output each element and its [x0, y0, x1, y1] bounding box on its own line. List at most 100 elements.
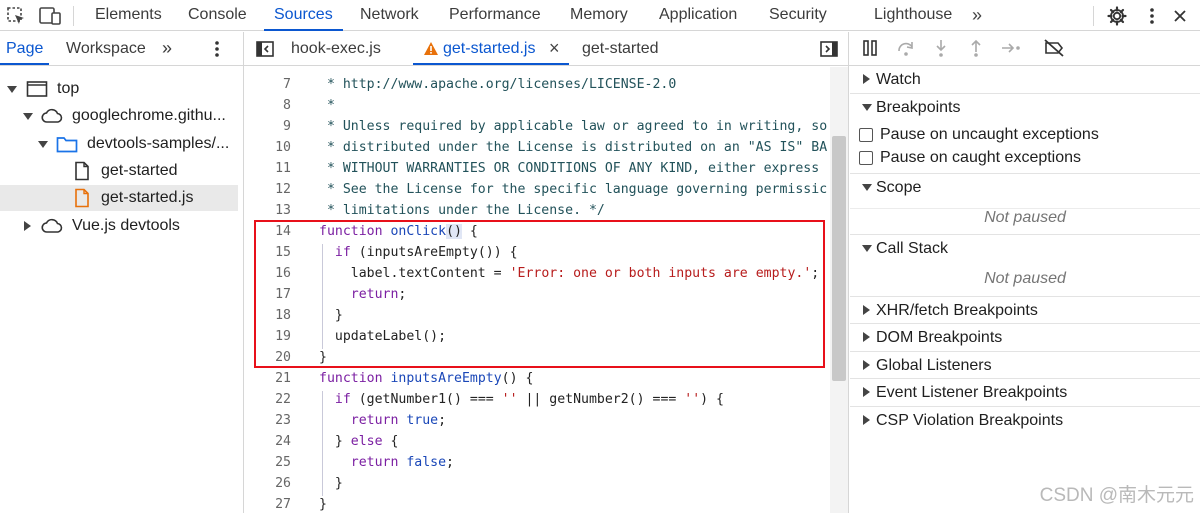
editor-tab-label: get-started.js [443, 40, 536, 57]
code-line-23: return true; [319, 413, 446, 428]
section-xhr-breakpoints[interactable]: XHR/fetch Breakpoints [850, 296, 1200, 323]
more-tabs-button[interactable]: » [972, 0, 982, 31]
tree-item-top[interactable]: top [0, 76, 243, 102]
editor-tab-get-started[interactable]: get-started [582, 32, 658, 65]
sources-subtoolbar: Page Workspace » hook-exec.js get-starte… [0, 32, 1200, 66]
section-call-stack[interactable]: Call Stack [850, 234, 1200, 261]
line-number[interactable]: 26 [245, 476, 291, 491]
tab-network[interactable]: Network [360, 0, 419, 31]
deactivate-breakpoints-icon[interactable] [1043, 38, 1065, 58]
code-line-24: } else { [319, 434, 399, 449]
code-token: return [350, 413, 399, 428]
line-number[interactable]: 8 [245, 98, 291, 113]
code-line-12: * See the License for the specific langu… [319, 182, 828, 197]
code-token: true [398, 413, 439, 428]
code-line-21: function inputsAreEmpty() { [319, 371, 533, 386]
expand-arrow-icon [38, 141, 48, 148]
line-number[interactable]: 24 [245, 434, 291, 449]
close-tab-icon[interactable]: × [549, 32, 560, 65]
pause-caught-row[interactable]: Pause on caught exceptions [850, 144, 1200, 171]
section-global-listeners[interactable]: Global Listeners [850, 351, 1200, 378]
line-number[interactable]: 22 [245, 392, 291, 407]
section-scope[interactable]: Scope [850, 173, 1200, 200]
tree-item-label: googlechrome.githu... [72, 107, 226, 124]
pause-uncaught-checkbox[interactable] [859, 128, 873, 142]
tab-memory[interactable]: Memory [570, 0, 628, 31]
folder-icon [56, 136, 78, 153]
tab-sources[interactable]: Sources [264, 0, 343, 31]
tree-item-label: devtools-samples/... [87, 135, 230, 152]
collapse-arrow-icon [863, 332, 870, 342]
close-devtools-icon[interactable] [1168, 4, 1192, 28]
tab-performance[interactable]: Performance [449, 0, 541, 31]
tab-console[interactable]: Console [188, 0, 247, 31]
tree-item-googlechrome[interactable]: googlechrome.githu... [0, 103, 243, 129]
settings-gear-icon[interactable] [1105, 4, 1129, 28]
section-label: Breakpoints [876, 99, 961, 116]
section-breakpoints[interactable]: Breakpoints [850, 93, 1200, 120]
line-number[interactable]: 12 [245, 182, 291, 197]
code-token: () { [501, 371, 534, 386]
line-number[interactable]: 7 [245, 77, 291, 92]
code-line-11: * WITHOUT WARRANTIES OR CONDITIONS OF AN… [319, 161, 820, 176]
section-label: Call Stack [876, 240, 949, 257]
navigator-menu-icon[interactable] [214, 39, 220, 59]
tab-workspace[interactable]: Workspace [66, 32, 146, 65]
tab-page[interactable]: Page [0, 32, 50, 65]
code-token: return [350, 455, 399, 470]
device-toolbar-icon[interactable] [38, 4, 62, 28]
editor-scrollbar-thumb[interactable] [832, 136, 846, 381]
tree-item-label: get-started.js [101, 189, 194, 206]
kebab-menu-icon[interactable] [1140, 4, 1164, 28]
tab-elements[interactable]: Elements [95, 0, 162, 31]
step-out-icon[interactable] [966, 38, 986, 58]
code-token: '' [501, 392, 518, 407]
collapse-arrow-icon [863, 387, 870, 397]
collapse-arrow-icon [863, 305, 870, 315]
code-token: || getNumber2() === [517, 392, 685, 407]
line-number[interactable]: 25 [245, 455, 291, 470]
pause-caught-checkbox[interactable] [859, 151, 873, 165]
expand-arrow-icon [862, 104, 872, 111]
code-token: (getNumber1() === [350, 392, 502, 407]
tree-item-devtools-samples[interactable]: devtools-samples/... [0, 131, 243, 157]
section-watch[interactable]: Watch [850, 66, 1200, 93]
line-number[interactable]: 23 [245, 413, 291, 428]
section-label: Scope [876, 179, 922, 196]
step-icon[interactable] [1000, 38, 1022, 58]
expand-arrow-icon [862, 245, 872, 252]
line-number[interactable]: 10 [245, 140, 291, 155]
step-over-icon[interactable] [896, 38, 916, 58]
code-token: ; [438, 413, 447, 428]
editor-tab-get-started-js[interactable]: get-started.js × [413, 32, 569, 65]
toggle-navigator-icon[interactable] [255, 39, 275, 59]
tab-lighthouse[interactable]: Lighthouse [874, 0, 952, 31]
line-number[interactable]: 9 [245, 119, 291, 134]
line-number[interactable]: 21 [245, 371, 291, 386]
editor-tab-hook-exec[interactable]: hook-exec.js [291, 32, 381, 65]
tab-application[interactable]: Application [659, 0, 737, 31]
code-token: ; [446, 455, 454, 470]
code-line-22: if (getNumber1() === '' || getNumber2() … [319, 392, 724, 407]
tree-item-vue-devtools[interactable]: Vue.js devtools [0, 213, 243, 239]
toggle-debugger-icon[interactable] [819, 39, 839, 59]
line-number[interactable]: 11 [245, 161, 291, 176]
section-event-listener-breakpoints[interactable]: Event Listener Breakpoints [850, 378, 1200, 405]
navigator-more-button[interactable]: » [162, 32, 172, 65]
section-csp-violation-breakpoints[interactable]: CSP Violation Breakpoints [850, 406, 1200, 433]
line-number[interactable]: 27 [245, 497, 291, 512]
checkbox-label: Pause on caught exceptions [880, 149, 1082, 166]
inspect-element-icon[interactable] [4, 4, 28, 28]
tree-item-label: get-started [101, 162, 178, 179]
tree-item-label: Vue.js devtools [72, 217, 180, 234]
line-number[interactable]: 13 [245, 203, 291, 218]
pause-icon[interactable] [860, 38, 880, 58]
tree-item-label: top [57, 80, 80, 97]
tree-item-get-started-js[interactable]: get-started.js [0, 185, 238, 211]
tree-item-get-started[interactable]: get-started [0, 158, 243, 184]
step-into-icon[interactable] [931, 38, 951, 58]
expand-arrow-icon [862, 184, 872, 191]
tab-security[interactable]: Security [769, 0, 827, 31]
section-dom-breakpoints[interactable]: DOM Breakpoints [850, 323, 1200, 350]
expand-arrow-icon [7, 86, 17, 93]
